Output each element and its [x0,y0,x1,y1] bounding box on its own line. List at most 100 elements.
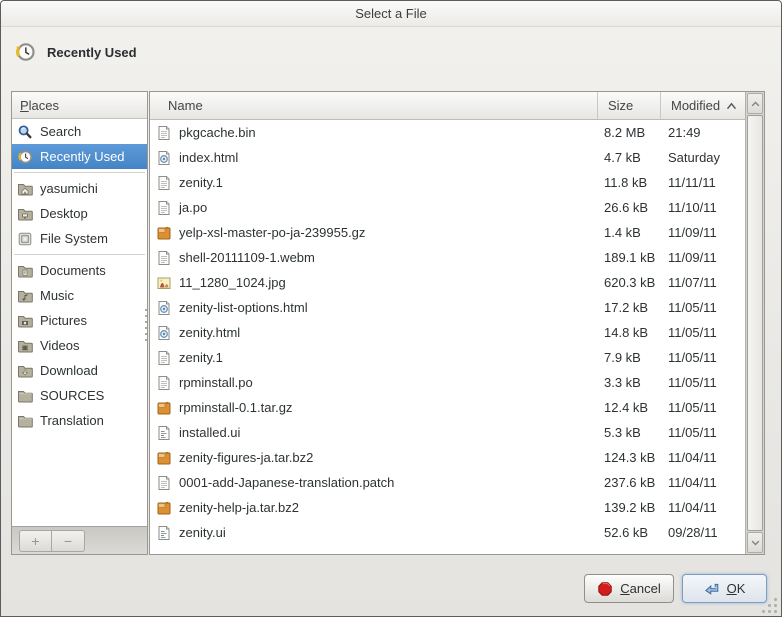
file-size: 7.9 kB [598,350,661,365]
places-header-label: Places [20,98,59,113]
file-name-cell: 11_1280_1024.jpg [150,275,598,291]
file-row-installed-ui[interactable]: installed.ui5.3 kB11/05/11 [150,420,745,445]
column-header-modified[interactable]: Modified [661,92,745,119]
file-row-zenity-figures-ja-tar-bz2[interactable]: zenity-figures-ja.tar.bz2124.3 kB11/04/1… [150,445,745,470]
desktop-icon [17,206,33,222]
sidebar-item-music[interactable]: Music [12,283,147,308]
file-row-11-1280-1024-jpg[interactable]: 11_1280_1024.jpg620.3 kB11/07/11 [150,270,745,295]
sidebar-item-label: Recently Used [40,149,125,164]
sidebar-item-label: Translation [40,413,104,428]
file-name-cell: zenity.1 [150,175,598,191]
file-name: pkgcache.bin [179,125,256,140]
cancel-button[interactable]: Cancel [584,574,674,603]
file-row-zenity-html[interactable]: zenity.html14.8 kB11/05/11 [150,320,745,345]
file-modified: 11/05/11 [661,350,717,365]
file-name: installed.ui [179,425,240,440]
file-row-yelp-xsl-master-po-ja-239955-gz[interactable]: yelp-xsl-master-po-ja-239955.gz1.4 kB11/… [150,220,745,245]
sidebar-item-sources[interactable]: SOURCES [12,383,147,408]
sidebar-item-file-system[interactable]: File System [12,226,147,251]
file-row-zenity-1[interactable]: zenity.111.8 kB11/11/11 [150,170,745,195]
vertical-scrollbar[interactable] [745,92,764,554]
file-name-cell: zenity-figures-ja.tar.bz2 [150,450,598,466]
recently-used-icon [14,41,36,63]
sidebar-item-label: Videos [40,338,80,353]
file-modified: 11/07/11 [661,275,717,290]
ui-file-icon [156,425,172,441]
column-header-size[interactable]: Size [598,92,661,119]
sidebar-item-label: Download [40,363,98,378]
file-size: 5.3 kB [598,425,661,440]
folder-music-icon [17,288,33,304]
file-modified: 11/05/11 [661,375,717,390]
text-file-icon [156,125,172,141]
window-title: Select a File [355,6,427,21]
file-modified: 11/04/11 [661,475,717,490]
text-file-icon [156,250,172,266]
sidebar-item-label: Documents [40,263,106,278]
file-modified: 11/11/11 [661,175,716,190]
file-name: index.html [179,150,238,165]
file-name-cell: zenity.html [150,325,598,341]
scroll-up-button[interactable] [747,93,763,114]
places-header: Places [12,92,147,119]
plus-icon: + [31,534,39,548]
file-name-cell: 0001-add-Japanese-translation.patch [150,475,598,491]
titlebar[interactable]: Select a File [1,1,781,27]
file-row-zenity-ui[interactable]: zenity.ui52.6 kB09/28/11 [150,520,745,545]
archive-file-icon [156,400,172,416]
page-title: Recently Used [47,45,137,60]
sidebar-item-videos[interactable]: Videos [12,333,147,358]
add-place-button[interactable]: + [19,530,52,552]
ok-button[interactable]: OK [682,574,767,603]
ok-enter-arrow-icon [704,581,720,597]
remove-place-button[interactable]: − [52,530,85,552]
file-row-rpminstall-0-1-tar-gz[interactable]: rpminstall-0.1.tar.gz12.4 kB11/05/11 [150,395,745,420]
file-row-zenity-help-ja-tar-bz2[interactable]: zenity-help-ja.tar.bz2139.2 kB11/04/11 [150,495,745,520]
column-header-name[interactable]: Name [150,92,598,119]
file-size: 8.2 MB [598,125,661,140]
sidebar-item-label: Pictures [40,313,87,328]
file-row-rpminstall-po[interactable]: rpminstall.po3.3 kB11/05/11 [150,370,745,395]
file-size: 3.3 kB [598,375,661,390]
file-modified: 11/10/11 [661,200,717,215]
sidebar-item-recently-used[interactable]: Recently Used [12,144,147,169]
file-row-zenity-1[interactable]: zenity.17.9 kB11/05/11 [150,345,745,370]
file-name: zenity.1 [179,175,223,190]
file-row-pkgcache-bin[interactable]: pkgcache.bin 8.2 MB21:49 [150,120,745,145]
pane-splitter-handle[interactable] [144,309,148,343]
file-size: 620.3 kB [598,275,661,290]
resize-grip[interactable] [761,597,777,613]
file-row-zenity-list-options-html[interactable]: zenity-list-options.html17.2 kB11/05/11 [150,295,745,320]
file-list-header: Name Size Modified [150,92,745,120]
file-row-shell-20111109-1-webm[interactable]: shell-20111109-1.webm189.1 kB11/09/11 [150,245,745,270]
file-name-cell: zenity.ui [150,525,598,541]
folder-videos-icon [17,338,33,354]
sidebar-item-search[interactable]: Search [12,119,147,144]
file-row-ja-po[interactable]: ja.po26.6 kB11/10/11 [150,195,745,220]
sidebar-item-label: Desktop [40,206,88,221]
sort-ascending-icon [726,102,737,110]
scrollbar-trough[interactable] [746,115,764,531]
file-name-cell: ja.po [150,200,598,216]
folder-icon [17,413,33,429]
file-row-0001-add-japanese-translation-patch[interactable]: 0001-add-Japanese-translation.patch237.6… [150,470,745,495]
sidebar-item-download[interactable]: Download [12,358,147,383]
html-file-icon [156,150,172,166]
sidebar-item-documents[interactable]: Documents [12,258,147,283]
sidebar-item-translation[interactable]: Translation [12,408,147,433]
scroll-down-button[interactable] [747,532,763,553]
file-modified: 21:49 [661,125,701,140]
file-row-index-html[interactable]: index.html4.7 kBSaturday [150,145,745,170]
file-list-body: pkgcache.bin 8.2 MB21:49 index.html4.7 kBS… [150,120,745,554]
sidebar-item-yasumichi[interactable]: yasumichi [12,176,147,201]
sidebar-item-desktop[interactable]: Desktop [12,201,147,226]
folder-pictures-icon [17,313,33,329]
file-name-cell: yelp-xsl-master-po-ja-239955.gz [150,225,598,241]
sidebar-item-pictures[interactable]: Pictures [12,308,147,333]
file-size: 26.6 kB [598,200,661,215]
file-name: zenity-figures-ja.tar.bz2 [179,450,313,465]
file-modified: 11/05/11 [661,400,717,415]
sidebar-item-label: Search [40,124,81,139]
scrollbar-thumb[interactable] [747,115,763,531]
file-modified: 09/28/11 [661,525,718,540]
